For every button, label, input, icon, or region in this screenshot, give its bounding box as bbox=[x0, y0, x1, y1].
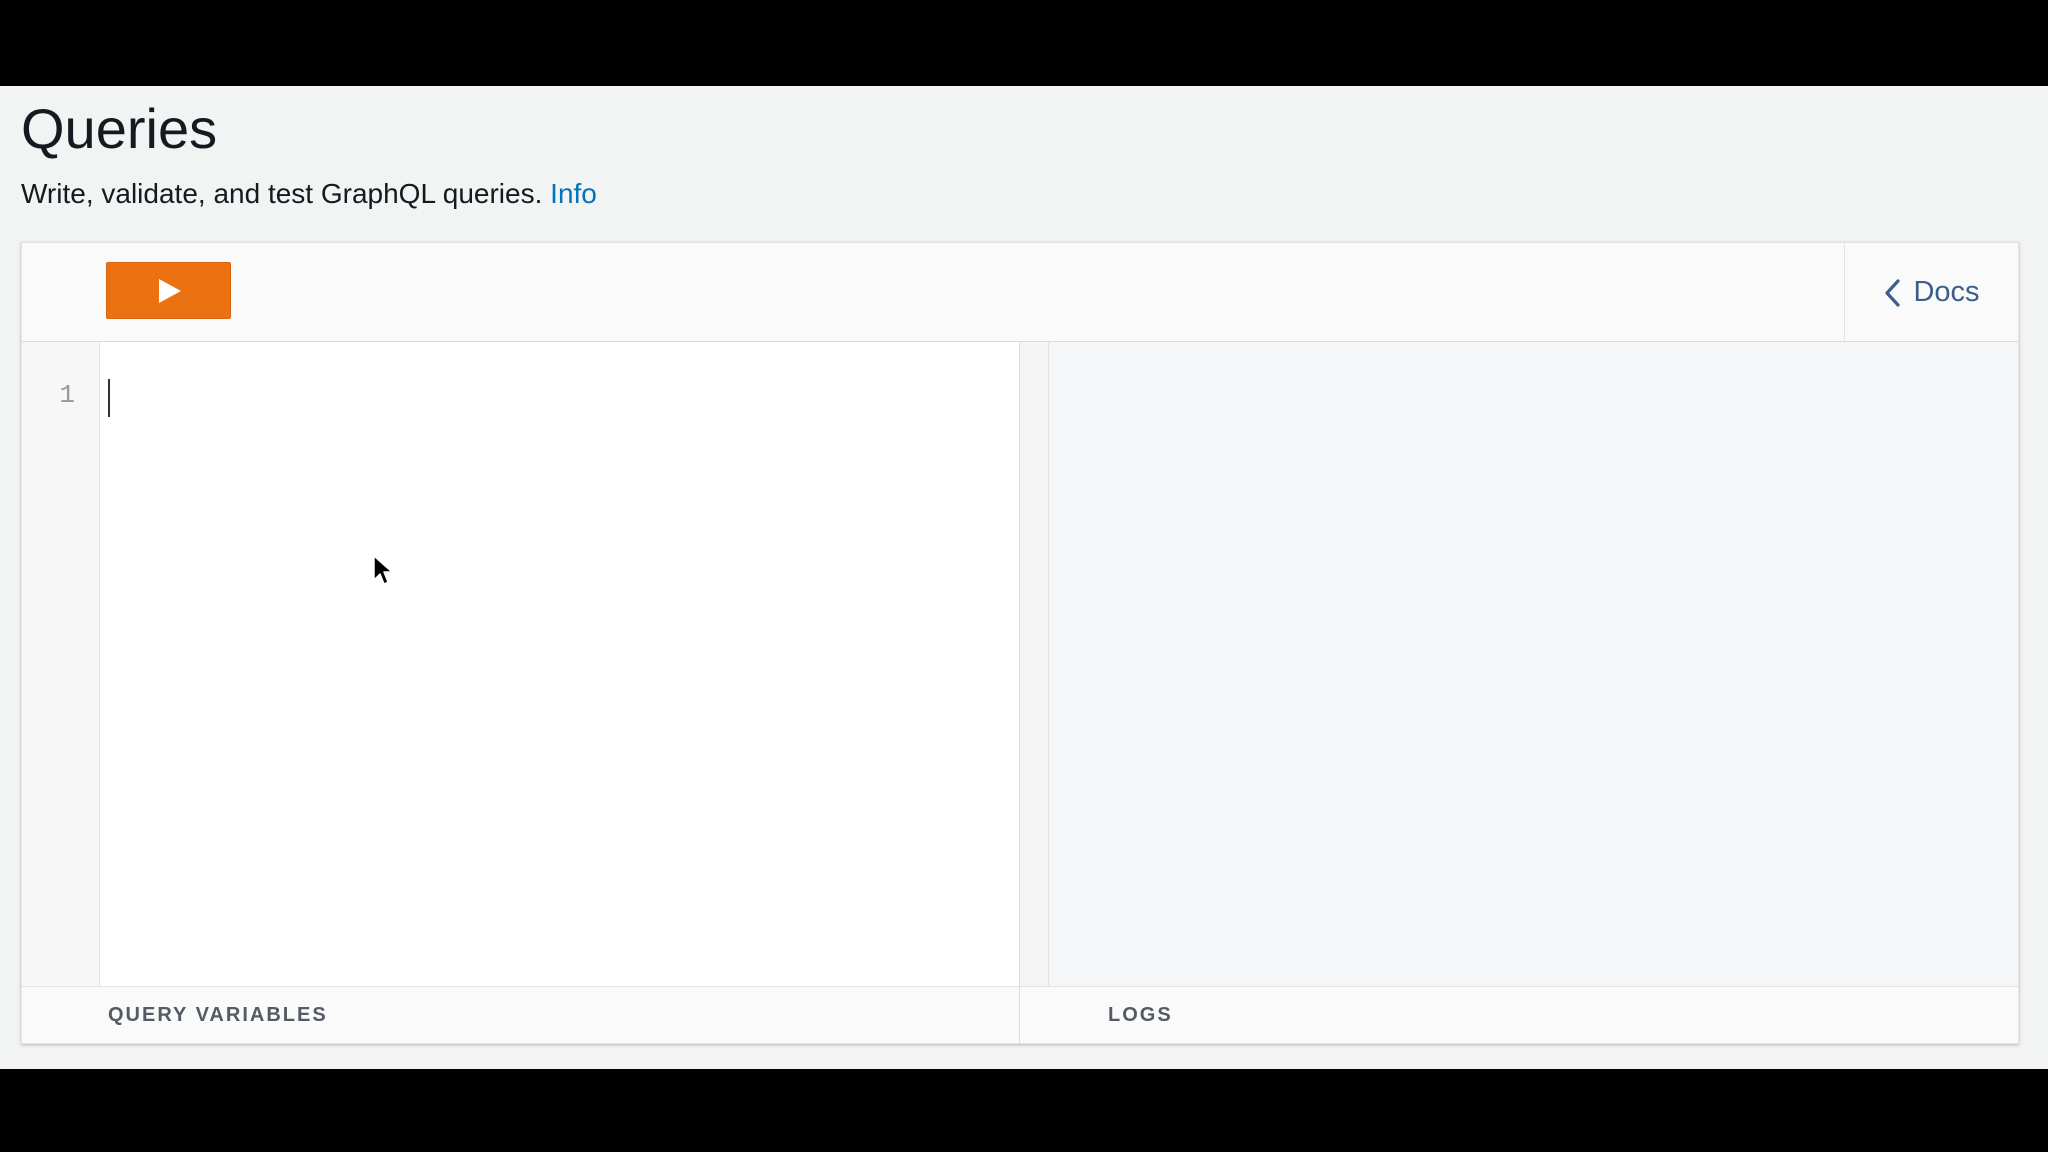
page-description-text: Write, validate, and test GraphQL querie… bbox=[21, 178, 543, 209]
query-variables-tab[interactable]: QUERY VARIABLES bbox=[22, 987, 1020, 1044]
play-icon bbox=[158, 278, 181, 303]
line-number: 1 bbox=[59, 380, 75, 410]
info-link[interactable]: Info bbox=[550, 178, 597, 209]
letterbox-bottom bbox=[0, 1069, 2048, 1152]
docs-button[interactable]: Docs bbox=[1844, 243, 2018, 342]
query-editor[interactable]: 1 bbox=[22, 342, 1020, 986]
results-pane bbox=[1049, 342, 2018, 986]
queries-page: Queries Write, validate, and test GraphQ… bbox=[0, 86, 2048, 1069]
pane-splitter[interactable] bbox=[1020, 342, 1049, 986]
docs-label: Docs bbox=[1913, 276, 1980, 308]
page-title: Queries bbox=[21, 97, 218, 160]
text-caret bbox=[108, 379, 110, 417]
letterbox-top bbox=[0, 0, 2048, 86]
mouse-cursor-icon bbox=[373, 555, 393, 585]
line-number-gutter: 1 bbox=[22, 342, 100, 986]
logs-tab[interactable]: LOGS bbox=[1020, 987, 2018, 1044]
run-query-button[interactable] bbox=[106, 262, 231, 319]
editor-toolbar: Docs bbox=[22, 243, 2018, 342]
chevron-left-icon bbox=[1885, 278, 1901, 307]
bottom-bar: QUERY VARIABLES LOGS bbox=[22, 986, 2018, 1044]
graphql-editor-panel: Docs 1 QUERY VARIABLES LOGS bbox=[21, 242, 2019, 1044]
page-description: Write, validate, and test GraphQL querie… bbox=[21, 178, 597, 210]
